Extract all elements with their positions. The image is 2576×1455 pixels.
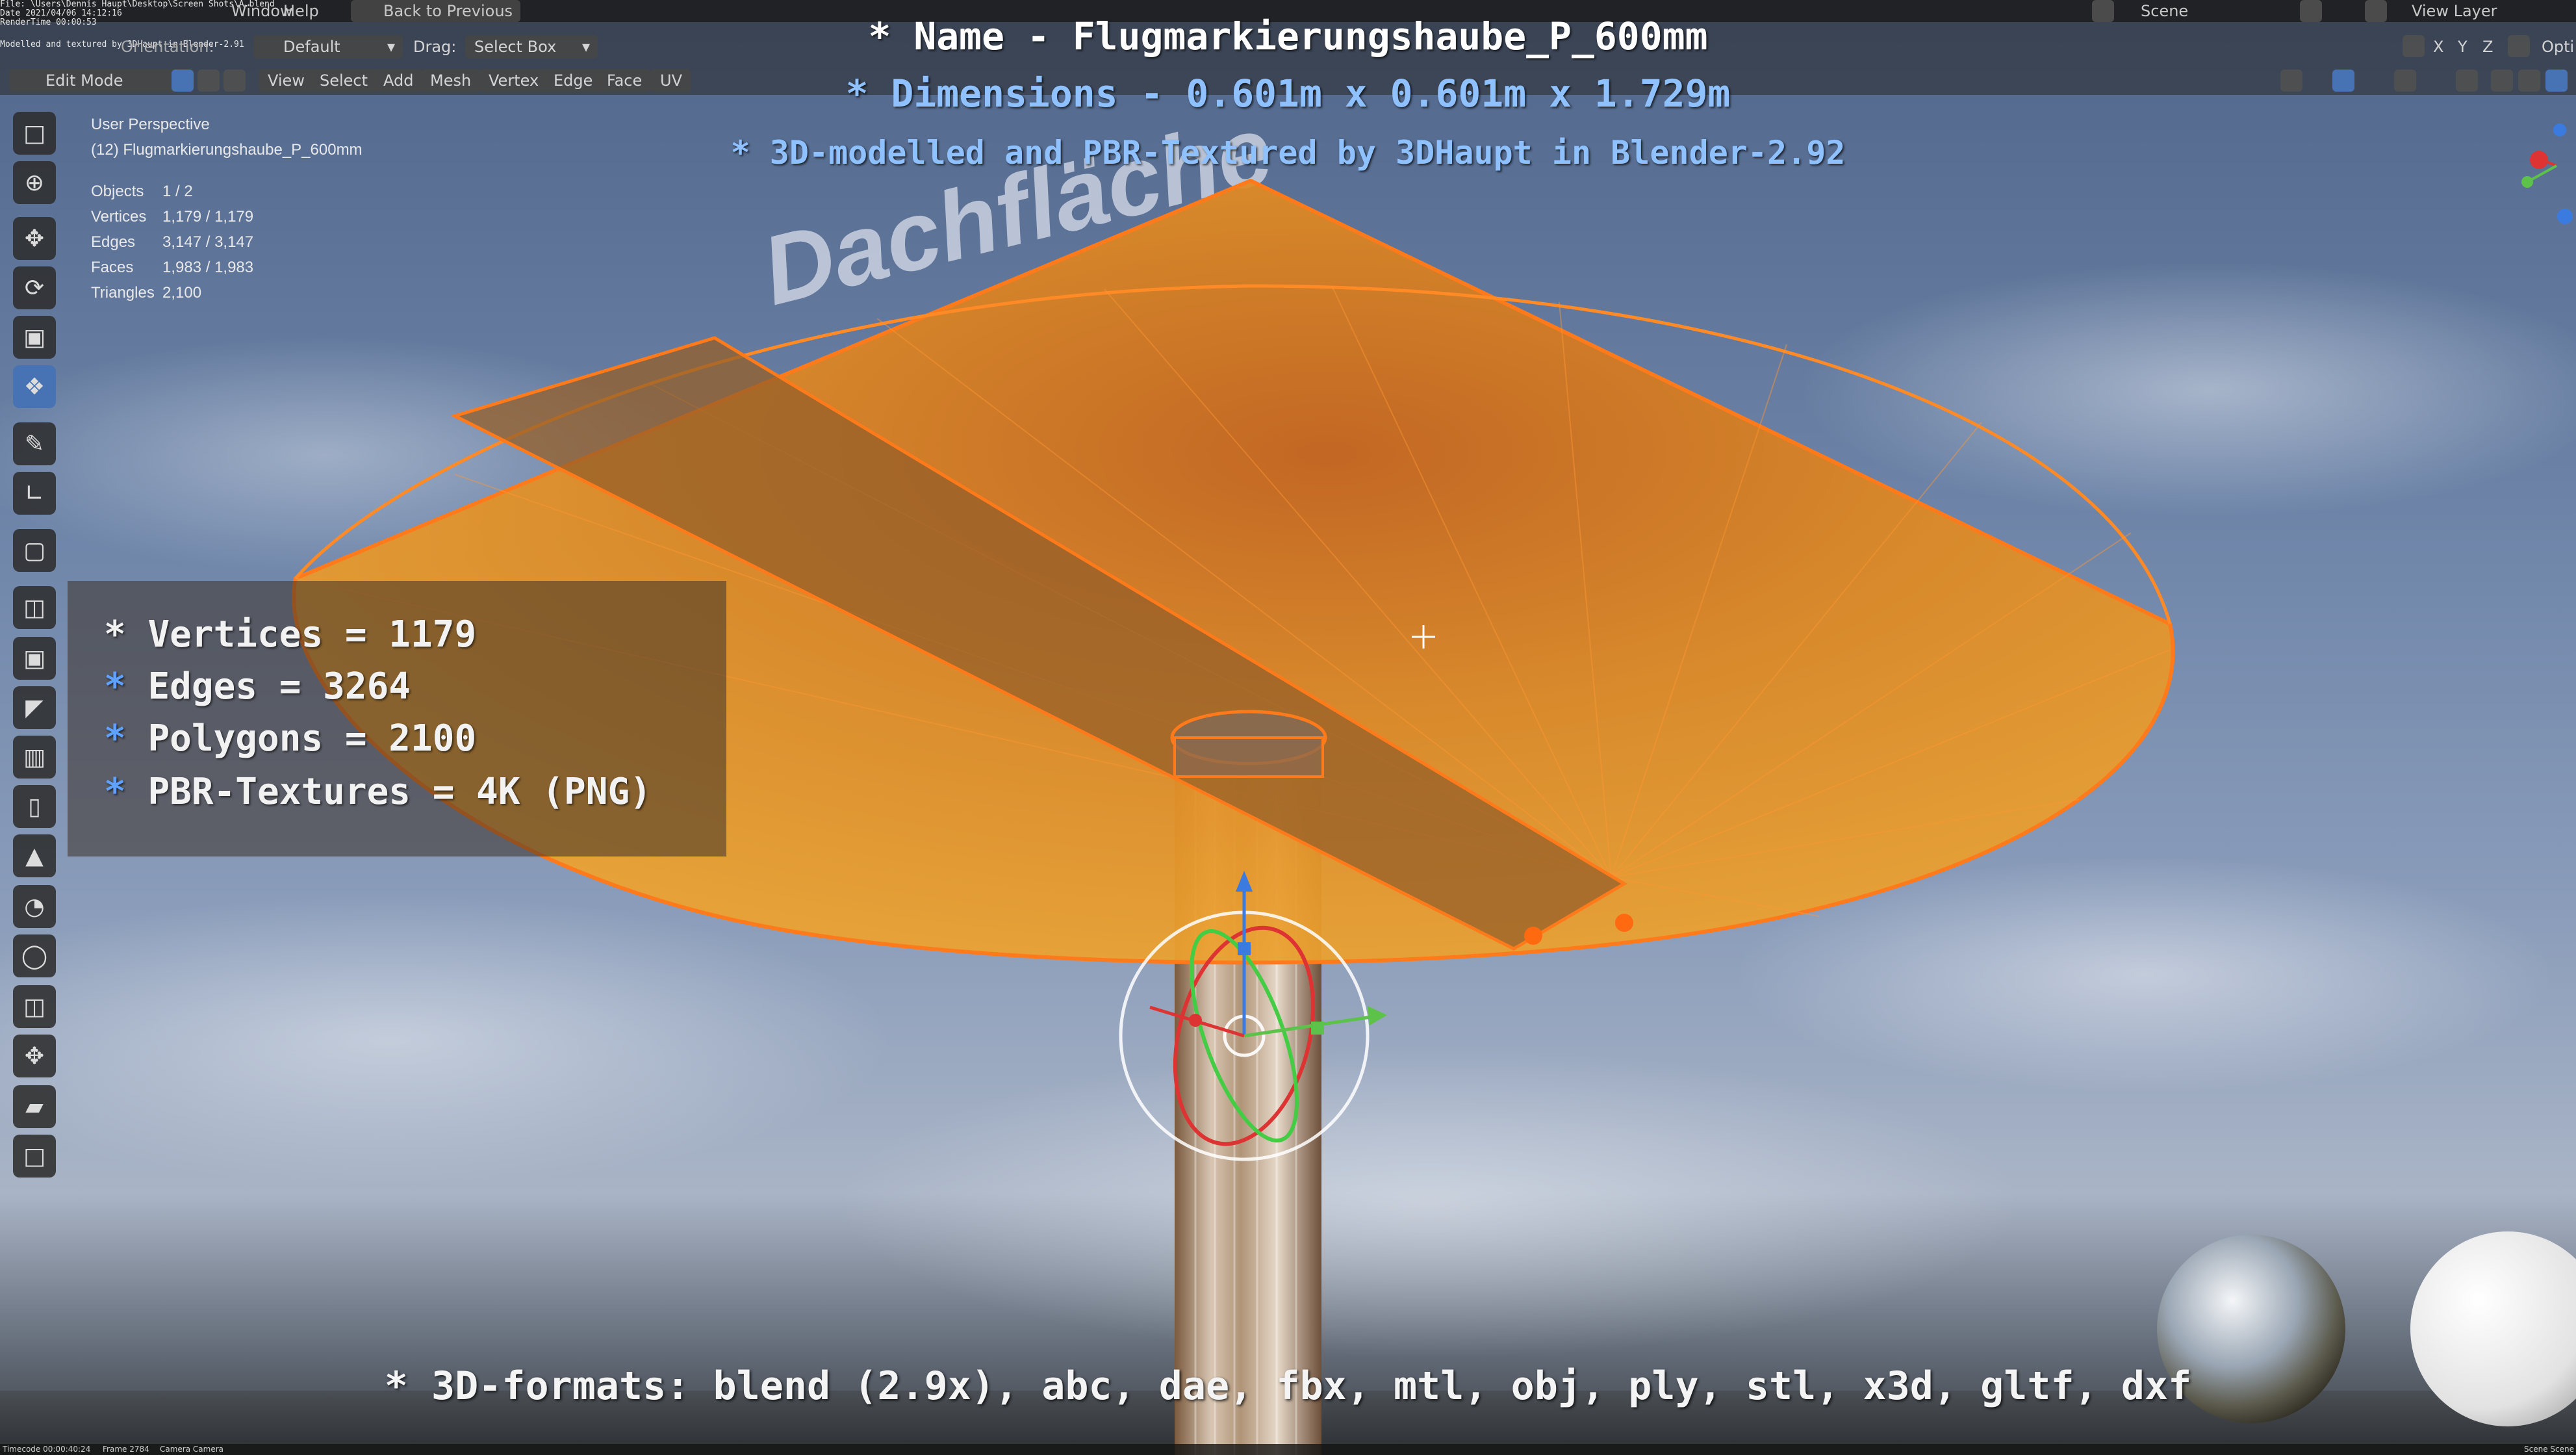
mesh-info-panel: * Vertices = 1179 * Edges = 3264 * Polyg… (68, 581, 726, 856)
stat-objects-label: Objects (91, 183, 144, 200)
stat-faces-value: 1,983 / 1,983 (162, 259, 254, 276)
loop-cut-icon[interactable]: ▥ (13, 736, 56, 779)
add-cube-icon[interactable]: ▢ (13, 529, 56, 572)
stat-edges-value: 3,147 / 3,147 (162, 233, 254, 251)
stat-triangles-value: 2,100 (162, 284, 202, 302)
knife-icon[interactable]: ▯ (13, 785, 56, 828)
spin-icon[interactable]: ◔ (13, 885, 56, 928)
scale-icon[interactable]: ▣ (13, 316, 56, 359)
dimensions-title: * Dimensions - 0.601m x 0.601m x 1.729m (845, 71, 1731, 116)
bevel-icon[interactable]: ◤ (13, 686, 56, 729)
measure-icon[interactable]: ∟ (13, 472, 56, 515)
extrude-region-icon[interactable]: ◫ (13, 586, 56, 629)
info-vertices: * Vertices = 1179 (104, 613, 476, 656)
timecode-text: Timecode 00:00:40:24 (3, 1445, 91, 1454)
stat-vertices-value: 1,179 / 1,179 (162, 208, 254, 225)
info-polygons: * Polygons = 2100 (104, 717, 476, 760)
scene-status-text: Scene Scene (2524, 1445, 2574, 1454)
move-icon[interactable]: ✥ (13, 217, 56, 260)
stat-faces-label: Faces (91, 259, 134, 276)
stat-objects-value: 1 / 2 (162, 183, 193, 200)
transform-icon[interactable]: ❖ (13, 365, 56, 408)
stat-vertices-label: Vertices (91, 208, 147, 225)
frame-text: Frame 2784 (103, 1445, 149, 1454)
bullet-star: * (104, 665, 126, 708)
edge-slide-icon[interactable]: ◫ (13, 985, 56, 1028)
poly-build-icon[interactable]: ▲ (13, 834, 56, 877)
info-textures: * PBR-Textures = 4K (PNG) (104, 771, 652, 813)
info-polygons-text: Polygons = 2100 (147, 717, 477, 760)
view-perspective-label: User Perspective (91, 116, 210, 133)
info-vertices-text: Vertices = 1179 (147, 613, 477, 656)
rotate-icon[interactable]: ⟳ (13, 266, 56, 309)
inset-faces-icon[interactable]: ▣ (13, 637, 56, 680)
stat-triangles-label: Triangles (91, 284, 155, 302)
bullet-star: * (104, 717, 126, 760)
shrink-fatten-icon[interactable]: ✥ (13, 1035, 56, 1077)
model-name-title: * Name - Flugmarkierungshaube_P_600mm (868, 14, 1708, 58)
info-edges-text: Edges = 3264 (147, 665, 411, 708)
stat-edges-label: Edges (91, 233, 136, 251)
info-edges: * Edges = 3264 (104, 665, 411, 708)
smooth-icon[interactable]: ◯ (13, 934, 56, 977)
formats-caption: * 3D-formats: blend (2.9x), abc, dae, fb… (384, 1363, 2192, 1409)
shear-icon[interactable]: ▰ (13, 1085, 56, 1128)
bullet-star: * (104, 771, 126, 813)
bullet-star: * (104, 613, 126, 656)
credit-title: * 3D-modelled and PBR-Textured by 3DHaup… (730, 134, 1846, 172)
info-textures-text: PBR-Textures = 4K (PNG) (147, 771, 652, 813)
tool-shelf: □ ⊕ ✥ ⟳ ▣ ❖ ✎ ∟ ▢ ◫ ▣ ◤ ▥ ▯ ▲ ◔ ◯ ◫ ✥ ▰ … (9, 112, 68, 1243)
rip-region-icon[interactable]: □ (13, 1135, 56, 1178)
camera-text: Camera Camera (160, 1445, 223, 1454)
annotate-icon[interactable]: ✎ (13, 422, 56, 465)
status-bar: Timecode 00:00:40:24 Frame 2784 Camera C… (0, 1444, 2576, 1455)
